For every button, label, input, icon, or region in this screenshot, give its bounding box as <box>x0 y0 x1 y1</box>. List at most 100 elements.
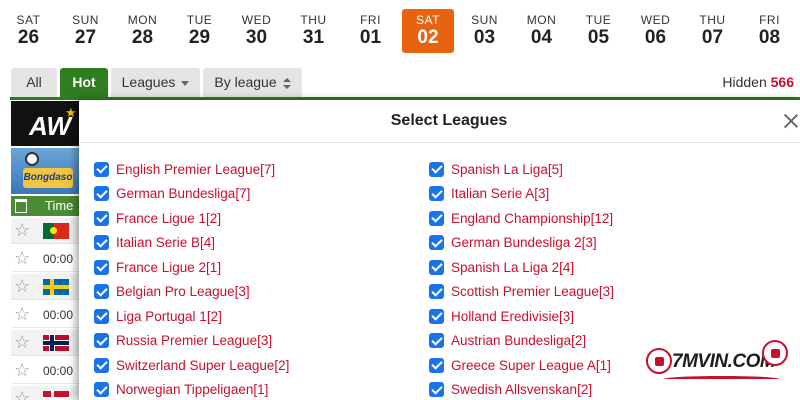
date-weekday: THU <box>699 13 726 27</box>
sort-by-league-select[interactable]: By league <box>203 68 302 97</box>
league-checkbox[interactable] <box>94 284 109 300</box>
league-option[interactable]: Austrian Bundesliga[2] <box>429 329 614 354</box>
league-label[interactable]: Greece Super League A[1] <box>451 358 611 373</box>
league-checkbox[interactable] <box>429 186 444 202</box>
date-item[interactable]: WED 06 <box>627 0 684 58</box>
favorite-star-icon[interactable]: ☆ <box>14 333 30 351</box>
league-label[interactable]: Scottish Premier League[3] <box>451 284 614 299</box>
table-row[interactable]: ☆ 00:00 <box>11 246 81 272</box>
league-checkbox[interactable] <box>429 357 444 373</box>
date-weekday: SUN <box>72 13 99 27</box>
date-item[interactable]: THU 07 <box>684 0 741 58</box>
league-option[interactable]: Holland Eredivisie[3] <box>429 304 614 329</box>
league-label[interactable]: Spanish La Liga[5] <box>451 162 563 177</box>
league-option[interactable]: Switzerland Super League[2] <box>94 353 289 378</box>
table-row[interactable]: ☆ <box>11 274 81 300</box>
league-label[interactable]: Norwegian Tippeligaen[1] <box>116 382 268 397</box>
table-row[interactable]: ☆ <box>11 330 81 356</box>
league-option[interactable]: Spanish La Liga 2[4] <box>429 255 614 280</box>
league-checkbox[interactable] <box>94 161 109 177</box>
date-day-number: 07 <box>701 27 724 48</box>
table-row[interactable]: ☆ 00:00 <box>11 302 81 328</box>
league-label[interactable]: France Ligue 2[1] <box>116 260 221 275</box>
league-label[interactable]: Italian Serie B[4] <box>116 235 215 250</box>
league-label[interactable]: German Bundesliga[7] <box>116 186 250 201</box>
table-row[interactable]: ☆ <box>11 218 81 244</box>
league-checkbox[interactable] <box>94 382 109 398</box>
league-label[interactable]: Italian Serie A[3] <box>451 186 549 201</box>
league-label[interactable]: German Bundesliga 2[3] <box>451 235 597 250</box>
league-checkbox[interactable] <box>94 210 109 226</box>
favorite-star-icon[interactable]: ☆ <box>14 249 30 267</box>
leagues-dropdown[interactable]: Leagues <box>111 68 200 97</box>
league-checkbox[interactable] <box>429 161 444 177</box>
league-checkbox[interactable] <box>429 259 444 275</box>
league-option[interactable]: Norwegian Tippeligaen[1] <box>94 378 289 400</box>
league-checkbox[interactable] <box>429 308 444 324</box>
league-option[interactable]: Swedish Allsvenskan[2] <box>429 378 614 400</box>
league-label[interactable]: Belgian Pro League[3] <box>116 284 250 299</box>
league-checkbox[interactable] <box>429 333 444 349</box>
date-item[interactable]: TUE 29 <box>171 0 228 58</box>
date-item[interactable]: SUN 03 <box>456 0 513 58</box>
league-checkbox[interactable] <box>429 210 444 226</box>
date-item[interactable]: THU 31 <box>285 0 342 58</box>
league-checkbox[interactable] <box>429 284 444 300</box>
league-option[interactable]: Liga Portugal 1[2] <box>94 304 289 329</box>
league-label[interactable]: Austrian Bundesliga[2] <box>451 333 586 348</box>
league-option[interactable]: English Premier League[7] <box>94 157 289 182</box>
league-option[interactable]: Italian Serie B[4] <box>94 231 289 256</box>
league-label[interactable]: Spanish La Liga 2[4] <box>451 260 574 275</box>
league-option[interactable]: France Ligue 2[1] <box>94 255 289 280</box>
league-label[interactable]: English Premier League[7] <box>116 162 275 177</box>
date-item[interactable]: WED 30 <box>228 0 285 58</box>
league-checkbox[interactable] <box>94 235 109 251</box>
date-item[interactable]: FRI 01 <box>342 0 399 58</box>
chevron-down-icon <box>181 80 190 86</box>
table-row[interactable]: ☆ 00:00 <box>11 358 81 384</box>
favorite-star-icon[interactable]: ☆ <box>14 221 30 239</box>
date-item-selected[interactable]: SAT 02 <box>402 9 454 53</box>
favorite-star-icon[interactable]: ☆ <box>14 361 30 379</box>
league-option[interactable]: Spanish La Liga[5] <box>429 157 614 182</box>
league-option[interactable]: France Ligue 1[2] <box>94 206 289 231</box>
date-item[interactable]: SAT 26 <box>0 0 57 58</box>
tab-all[interactable]: All <box>11 68 57 97</box>
date-item[interactable]: MON 04 <box>513 0 570 58</box>
site-logo-banner[interactable]: Bongdaso <box>11 148 81 194</box>
league-label[interactable]: Switzerland Super League[2] <box>116 358 289 373</box>
date-item[interactable]: TUE 05 <box>570 0 627 58</box>
league-label[interactable]: Swedish Allsvenskan[2] <box>451 382 592 397</box>
league-checkbox[interactable] <box>94 333 109 349</box>
league-checkbox[interactable] <box>429 235 444 251</box>
trash-icon[interactable] <box>15 199 27 213</box>
league-label[interactable]: Holland Eredivisie[3] <box>451 309 574 324</box>
favorite-star-icon[interactable]: ☆ <box>14 305 30 323</box>
league-checkbox[interactable] <box>429 382 444 398</box>
league-option[interactable]: Scottish Premier League[3] <box>429 280 614 305</box>
league-label[interactable]: Liga Portugal 1[2] <box>116 309 222 324</box>
date-item[interactable]: SUN 27 <box>57 0 114 58</box>
tab-hot[interactable]: Hot <box>60 68 108 97</box>
league-label[interactable]: Russia Premier League[3] <box>116 333 272 348</box>
league-checkbox[interactable] <box>94 308 109 324</box>
league-option[interactable]: Greece Super League A[1] <box>429 353 614 378</box>
league-label[interactable]: England Championship[12] <box>451 211 613 226</box>
league-option[interactable]: Belgian Pro League[3] <box>94 280 289 305</box>
table-row[interactable]: ☆ <box>11 386 81 400</box>
league-checkbox[interactable] <box>94 259 109 275</box>
league-option[interactable]: Italian Serie A[3] <box>429 182 614 207</box>
date-item[interactable]: MON 28 <box>114 0 171 58</box>
close-icon[interactable] <box>782 112 800 130</box>
favorite-star-icon[interactable]: ☆ <box>14 389 30 400</box>
league-label[interactable]: France Ligue 1[2] <box>116 211 221 226</box>
league-checkbox[interactable] <box>94 357 109 373</box>
ad-banner[interactable]: AW ★ <box>11 101 81 146</box>
date-item[interactable]: FRI 08 <box>741 0 798 58</box>
favorite-star-icon[interactable]: ☆ <box>14 277 30 295</box>
league-option[interactable]: German Bundesliga[7] <box>94 182 289 207</box>
league-option[interactable]: England Championship[12] <box>429 206 614 231</box>
league-checkbox[interactable] <box>94 186 109 202</box>
league-option[interactable]: Russia Premier League[3] <box>94 329 289 354</box>
league-option[interactable]: German Bundesliga 2[3] <box>429 231 614 256</box>
